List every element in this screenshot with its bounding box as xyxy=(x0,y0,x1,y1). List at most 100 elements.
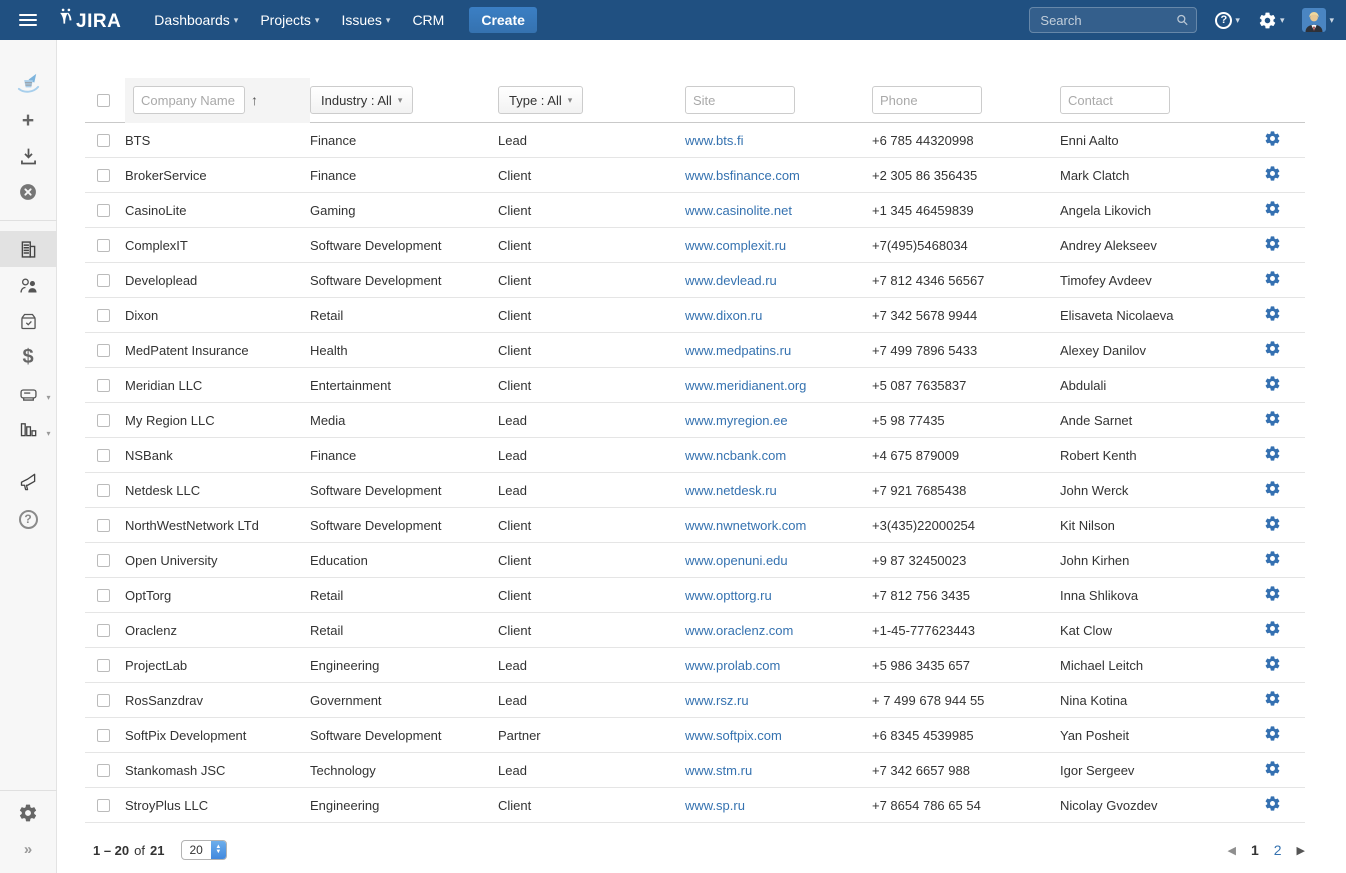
contact-filter-input[interactable] xyxy=(1060,86,1170,114)
row-checkbox[interactable] xyxy=(97,379,110,392)
row-checkbox[interactable] xyxy=(97,659,110,672)
row-actions-gear-icon[interactable] xyxy=(1264,235,1281,252)
row-checkbox[interactable] xyxy=(97,554,110,567)
next-page-icon[interactable]: ▶ xyxy=(1297,844,1305,857)
row-actions-gear-icon[interactable] xyxy=(1264,340,1281,357)
crm-logo[interactable] xyxy=(0,66,57,102)
row-actions-gear-icon[interactable] xyxy=(1264,515,1281,532)
site-link[interactable]: www.rsz.ru xyxy=(685,693,749,708)
site-link[interactable]: www.prolab.com xyxy=(685,658,780,673)
row-checkbox[interactable] xyxy=(97,274,110,287)
sidebar-item-transactions[interactable]: $ xyxy=(0,339,57,375)
prev-page-icon[interactable]: ◀ xyxy=(1227,844,1235,857)
site-link[interactable]: www.casinolite.net xyxy=(685,203,792,218)
sidebar-item-clear[interactable] xyxy=(0,174,57,210)
sidebar-item-settings[interactable] xyxy=(0,795,57,831)
site-link[interactable]: www.myregion.ee xyxy=(685,413,788,428)
row-actions-gear-icon[interactable] xyxy=(1264,585,1281,602)
site-link[interactable]: www.bsfinance.com xyxy=(685,168,800,183)
site-link[interactable]: www.softpix.com xyxy=(685,728,782,743)
row-checkbox[interactable] xyxy=(97,169,110,182)
row-checkbox[interactable] xyxy=(97,204,110,217)
page-size-select[interactable]: 20 ▲▼ xyxy=(181,840,226,860)
row-actions-gear-icon[interactable] xyxy=(1264,200,1281,217)
search-input[interactable] xyxy=(1038,12,1175,29)
jira-logo[interactable]: JIRA xyxy=(56,7,121,33)
row-actions-gear-icon[interactable] xyxy=(1264,165,1281,182)
site-link[interactable]: www.meridianent.org xyxy=(685,378,806,393)
site-link[interactable]: www.complexit.ru xyxy=(685,238,786,253)
user-profile-menu[interactable]: ▾ xyxy=(1302,8,1334,32)
create-button[interactable]: Create xyxy=(469,7,537,33)
row-actions-gear-icon[interactable] xyxy=(1264,445,1281,462)
site-link[interactable]: www.oraclenz.com xyxy=(685,623,793,638)
sort-ascending-icon[interactable]: ↑ xyxy=(251,92,258,108)
nav-projects[interactable]: Projects ▾ xyxy=(260,12,319,28)
quick-search[interactable] xyxy=(1029,7,1197,33)
row-checkbox[interactable] xyxy=(97,519,110,532)
page-1[interactable]: 1 xyxy=(1251,842,1259,858)
row-actions-gear-icon[interactable] xyxy=(1264,480,1281,497)
site-link[interactable]: www.netdesk.ru xyxy=(685,483,777,498)
row-checkbox[interactable] xyxy=(97,694,110,707)
company-name-filter-input[interactable] xyxy=(133,86,245,114)
sidebar-item-print[interactable]: ▾ xyxy=(0,375,57,411)
sidebar-item-tasks[interactable] xyxy=(0,303,57,339)
row-actions-gear-icon[interactable] xyxy=(1264,655,1281,672)
site-link[interactable]: www.stm.ru xyxy=(685,763,752,778)
type-filter-dropdown[interactable]: Type : All ▾ xyxy=(498,86,583,114)
row-checkbox[interactable] xyxy=(97,764,110,777)
row-actions-gear-icon[interactable] xyxy=(1264,690,1281,707)
site-link[interactable]: www.devlead.ru xyxy=(685,273,777,288)
row-checkbox[interactable] xyxy=(97,134,110,147)
row-actions-gear-icon[interactable] xyxy=(1264,270,1281,287)
select-all-checkbox[interactable] xyxy=(97,94,110,107)
row-actions-gear-icon[interactable] xyxy=(1264,375,1281,392)
sidebar-expand[interactable]: » xyxy=(0,831,57,867)
sidebar-item-add[interactable]: + xyxy=(0,102,57,138)
sidebar-item-contacts[interactable] xyxy=(0,267,57,303)
row-actions-gear-icon[interactable] xyxy=(1264,760,1281,777)
industry-filter-dropdown[interactable]: Industry : All ▾ xyxy=(310,86,413,114)
site-link[interactable]: www.nwnetwork.com xyxy=(685,518,806,533)
nav-issues[interactable]: Issues ▾ xyxy=(341,12,390,28)
nav-crm[interactable]: CRM xyxy=(412,12,444,28)
sidebar-item-announcements[interactable] xyxy=(0,465,57,501)
site-link[interactable]: www.medpatins.ru xyxy=(685,343,791,358)
site-link[interactable]: www.sp.ru xyxy=(685,798,745,813)
row-checkbox[interactable] xyxy=(97,449,110,462)
site-filter-input[interactable] xyxy=(685,86,795,114)
site-link[interactable]: www.dixon.ru xyxy=(685,308,762,323)
row-checkbox[interactable] xyxy=(97,309,110,322)
row-actions-gear-icon[interactable] xyxy=(1264,795,1281,812)
row-checkbox[interactable] xyxy=(97,414,110,427)
admin-settings-menu[interactable]: ▾ xyxy=(1258,11,1285,30)
app-switcher-menu-icon[interactable] xyxy=(0,14,56,26)
row-checkbox[interactable] xyxy=(97,589,110,602)
row-actions-gear-icon[interactable] xyxy=(1264,410,1281,427)
row-checkbox[interactable] xyxy=(97,239,110,252)
row-checkbox[interactable] xyxy=(97,484,110,497)
sidebar-item-help[interactable]: ? xyxy=(0,501,57,537)
nav-dashboards[interactable]: Dashboards ▾ xyxy=(154,12,238,28)
site-link[interactable]: www.opttorg.ru xyxy=(685,588,772,603)
row-actions-gear-icon[interactable] xyxy=(1264,550,1281,567)
row-actions-gear-icon[interactable] xyxy=(1264,620,1281,637)
row-checkbox[interactable] xyxy=(97,624,110,637)
page-2[interactable]: 2 xyxy=(1274,842,1282,858)
sidebar-item-import[interactable] xyxy=(0,138,57,174)
site-link[interactable]: www.openuni.edu xyxy=(685,553,788,568)
site-link[interactable]: www.bts.fi xyxy=(685,133,744,148)
row-actions-gear-icon[interactable] xyxy=(1264,305,1281,322)
row-actions-gear-icon[interactable] xyxy=(1264,130,1281,147)
company-name-header[interactable]: ↑ xyxy=(125,78,310,123)
row-checkbox[interactable] xyxy=(97,344,110,357)
row-actions-gear-icon[interactable] xyxy=(1264,725,1281,742)
sidebar-item-companies[interactable] xyxy=(0,231,57,267)
row-checkbox[interactable] xyxy=(97,799,110,812)
sidebar-item-reports[interactable]: ▾ xyxy=(0,411,57,447)
help-menu[interactable]: ? ▾ xyxy=(1215,12,1240,29)
phone-filter-input[interactable] xyxy=(872,86,982,114)
row-checkbox[interactable] xyxy=(97,729,110,742)
site-link[interactable]: www.ncbank.com xyxy=(685,448,786,463)
